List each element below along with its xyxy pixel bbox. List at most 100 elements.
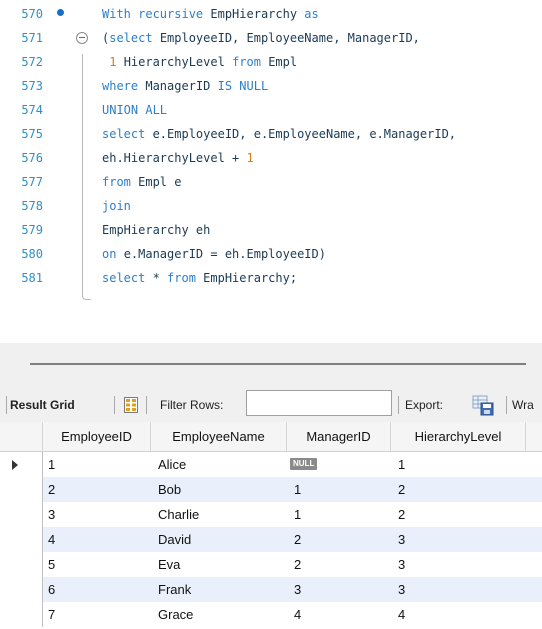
table-row[interactable]: 3 Charlie 1 2 [0, 502, 542, 527]
export-icon[interactable] [472, 394, 494, 416]
table-row[interactable]: 7 Grace 4 4 [0, 602, 542, 627]
fold-collapse-icon[interactable] [76, 32, 88, 44]
line-number: 577 [21, 175, 43, 189]
table-cell[interactable]: 3 [398, 527, 405, 552]
sql-keyword: from [102, 175, 139, 189]
table-cell[interactable]: Charlie [158, 502, 199, 527]
line-number: 573 [21, 79, 43, 93]
table-cell[interactable]: Grace [158, 602, 193, 627]
column-header[interactable]: EmployeeID [43, 422, 151, 451]
table-cell[interactable]: Bob [158, 477, 181, 502]
row-selector[interactable] [0, 577, 43, 602]
table-cell[interactable]: 3 [48, 502, 55, 527]
table-cell[interactable]: 3 [398, 577, 405, 602]
table-cell[interactable]: 1 [398, 452, 405, 477]
sql-keyword: select [102, 127, 153, 141]
sql-text: e.ManagerID = eh.EmployeeID) [123, 247, 326, 261]
code-text: on e.ManagerID = eh.EmployeeID) [102, 242, 326, 266]
table-cell[interactable]: 7 [48, 602, 55, 627]
code-line[interactable]: 574 UNION ALL [0, 98, 542, 122]
code-line[interactable]: 580 on e.ManagerID = eh.EmployeeID) [0, 242, 542, 266]
table-cell[interactable]: 4 [48, 527, 55, 552]
column-header[interactable]: EmployeeName [151, 422, 287, 451]
result-grid[interactable]: EmployeeID EmployeeName ManagerID Hierarchy… [0, 422, 542, 629]
code-line[interactable]: 572 1 HierarchyLevel from Empl [0, 50, 542, 74]
current-statement-dot-icon [57, 9, 64, 16]
line-number: 574 [21, 103, 43, 117]
export-label: Export: [405, 398, 444, 412]
code-text: 1 HierarchyLevel from Empl [102, 50, 297, 74]
grid-corner-cell[interactable] [0, 422, 43, 451]
table-cell[interactable]: 4 [398, 602, 405, 627]
null-badge[interactable]: NULL [290, 458, 318, 470]
table-cell[interactable]: 1 [48, 452, 55, 477]
table-cell[interactable]: 2 [398, 502, 405, 527]
table-row[interactable]: 4 David 2 3 [0, 527, 542, 552]
code-text: (select EmployeeID, EmployeeName, Manage… [102, 26, 420, 50]
code-line[interactable]: 573 where ManagerID IS NULL [0, 74, 542, 98]
sql-number: 1 [246, 151, 254, 165]
toolbar-separator [398, 396, 399, 414]
line-number: 580 [21, 247, 43, 261]
line-number: 581 [21, 271, 43, 285]
table-cell[interactable]: 2 [294, 527, 301, 552]
code-text: from Empl e [102, 170, 181, 194]
sql-text: e.EmployeeID, e.EmployeeName, e.ManagerI… [152, 127, 457, 141]
code-text: EmpHierarchy eh [102, 218, 210, 242]
code-line[interactable]: 578 join [0, 194, 542, 218]
table-cell[interactable]: 2 [48, 477, 55, 502]
sql-keyword: on [102, 247, 124, 261]
wrap-cell-label[interactable]: Wra [512, 397, 534, 413]
table-cell[interactable]: 6 [48, 577, 55, 602]
table-cell[interactable]: Alice [158, 452, 186, 477]
row-selector[interactable] [0, 552, 43, 577]
table-cell[interactable]: 1 [294, 502, 301, 527]
line-number: 572 [21, 55, 43, 69]
code-line[interactable]: 577 from Empl e [0, 170, 542, 194]
table-row[interactable]: 1 Alice NULL 1 [0, 452, 542, 477]
line-number: 571 [21, 31, 43, 45]
table-row[interactable]: 6 Frank 3 3 [0, 577, 542, 602]
splitter-handle[interactable] [30, 363, 526, 365]
sql-text: Empl e [138, 175, 182, 189]
sql-text: * [152, 271, 168, 285]
line-number: 579 [21, 223, 43, 237]
fold-end-marker [82, 291, 91, 300]
grid-layout-icon[interactable] [124, 397, 138, 413]
panel-splitter[interactable] [0, 343, 542, 388]
toolbar-separator [146, 396, 147, 414]
row-selector[interactable] [0, 452, 43, 477]
table-cell[interactable]: 3 [294, 577, 301, 602]
code-line[interactable]: 571 (select EmployeeID, EmployeeName, Man… [0, 26, 542, 50]
column-header[interactable]: HierarchyLevel [391, 422, 526, 451]
table-cell[interactable]: David [158, 527, 191, 552]
table-row[interactable]: 5 Eva 2 3 [0, 552, 542, 577]
table-cell[interactable]: 2 [294, 552, 301, 577]
toolbar-separator [114, 396, 115, 414]
code-line[interactable]: 581 select * from EmpHierarchy; [0, 266, 542, 290]
code-line[interactable]: 579 EmpHierarchy eh [0, 218, 542, 242]
code-line[interactable]: 570 With recursive EmpHierarchy as [0, 2, 542, 26]
result-grid-tab[interactable]: Result Grid [10, 397, 75, 413]
row-selector[interactable] [0, 502, 43, 527]
table-cell[interactable]: 1 [294, 477, 301, 502]
table-cell[interactable]: Frank [158, 577, 191, 602]
code-line[interactable]: 575 select e.EmployeeID, e.EmployeeName, … [0, 122, 542, 146]
sql-editor[interactable]: 570 With recursive EmpHierarchy as 571 (sel… [0, 0, 542, 343]
table-cell[interactable]: 3 [398, 552, 405, 577]
row-selector[interactable] [0, 527, 43, 552]
table-cell[interactable]: 5 [48, 552, 55, 577]
table-cell[interactable]: 2 [398, 477, 405, 502]
code-text: join [102, 194, 131, 218]
sql-keyword: select [102, 271, 153, 285]
code-line[interactable]: 576 eh.HierarchyLevel + 1 [0, 146, 542, 170]
column-header[interactable]: ManagerID [287, 422, 391, 451]
row-selector[interactable] [0, 477, 43, 502]
table-cell[interactable]: Eva [158, 552, 180, 577]
table-row[interactable]: 2 Bob 1 2 [0, 477, 542, 502]
sql-text: eh.HierarchyLevel + [102, 151, 247, 165]
code-text: select * from EmpHierarchy; [102, 266, 297, 290]
table-cell[interactable]: 4 [294, 602, 301, 627]
filter-rows-input[interactable] [246, 390, 392, 416]
row-selector[interactable] [0, 602, 43, 627]
